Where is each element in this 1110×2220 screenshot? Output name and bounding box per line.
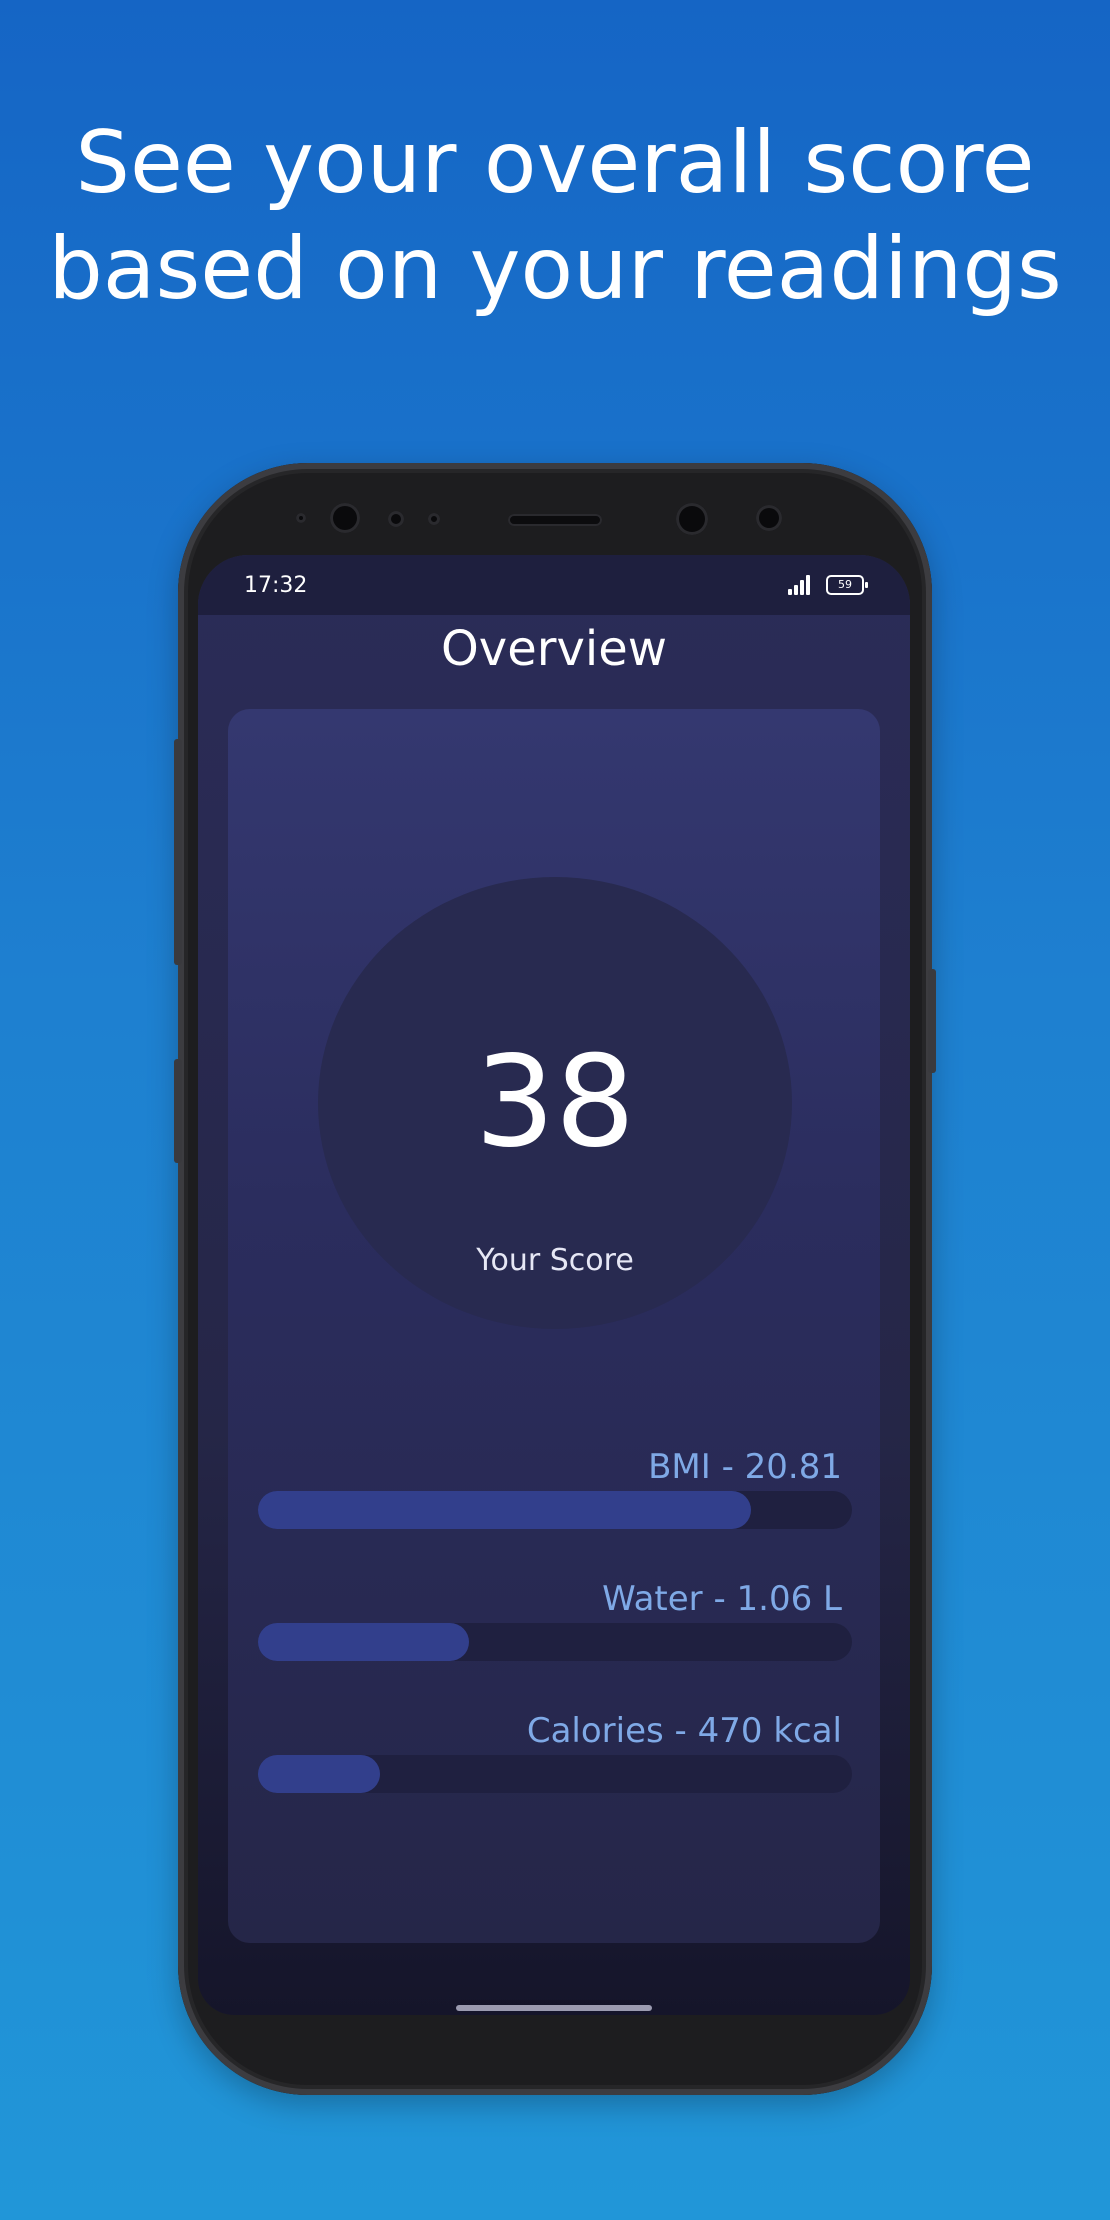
power-button [928,969,936,1073]
metric-water: Water - 1.06 L [258,1575,852,1661]
app-screen: 17:32 59 Overview 38 Your Score BMI - 20… [198,555,910,2015]
overview-card: 38 Your Score BMI - 20.81 Water - 1.06 L… [228,709,880,1943]
status-time: 17:32 [244,573,308,598]
score-label: Your Score [476,1243,634,1278]
home-indicator[interactable] [456,2005,652,2011]
page-title: Overview [441,621,667,677]
score-value: 38 [474,1028,636,1175]
battery-level: 59 [838,578,852,591]
progress-track [258,1755,852,1793]
headline-line-2: based on your readings [48,219,1062,319]
phone-frame: 17:32 59 Overview 38 Your Score BMI - 20… [174,463,936,2095]
sensor-dot [388,511,404,527]
volume-up-button [174,739,182,965]
sensor-dot [428,513,440,525]
phone-top-bezel [178,463,932,555]
sensor-dot [296,513,306,523]
progress-fill [258,1491,752,1529]
metric-label: BMI - 20.81 [648,1447,842,1487]
headline-line-1: See your overall score [75,113,1035,213]
metric-label: Calories - 470 kcal [526,1711,842,1751]
metric-calories: Calories - 470 kcal [258,1707,852,1793]
score-circle: 38 Your Score [318,877,792,1329]
metric-bmi: BMI - 20.81 [258,1443,852,1529]
signal-icon [788,573,814,595]
promo-headline: See your overall score based on your rea… [0,110,1110,322]
volume-down-button [174,1059,182,1163]
front-camera-icon [676,503,708,535]
progress-fill [258,1755,380,1793]
sensor-dot [756,505,782,531]
front-camera-icon [330,503,360,533]
battery-icon: 59 [826,575,868,595]
status-bar: 17:32 59 [198,555,910,615]
metric-label: Water - 1.06 L [602,1579,842,1619]
progress-fill [258,1623,469,1661]
progress-track [258,1491,852,1529]
earpiece-speaker [508,514,602,526]
progress-track [258,1623,852,1661]
